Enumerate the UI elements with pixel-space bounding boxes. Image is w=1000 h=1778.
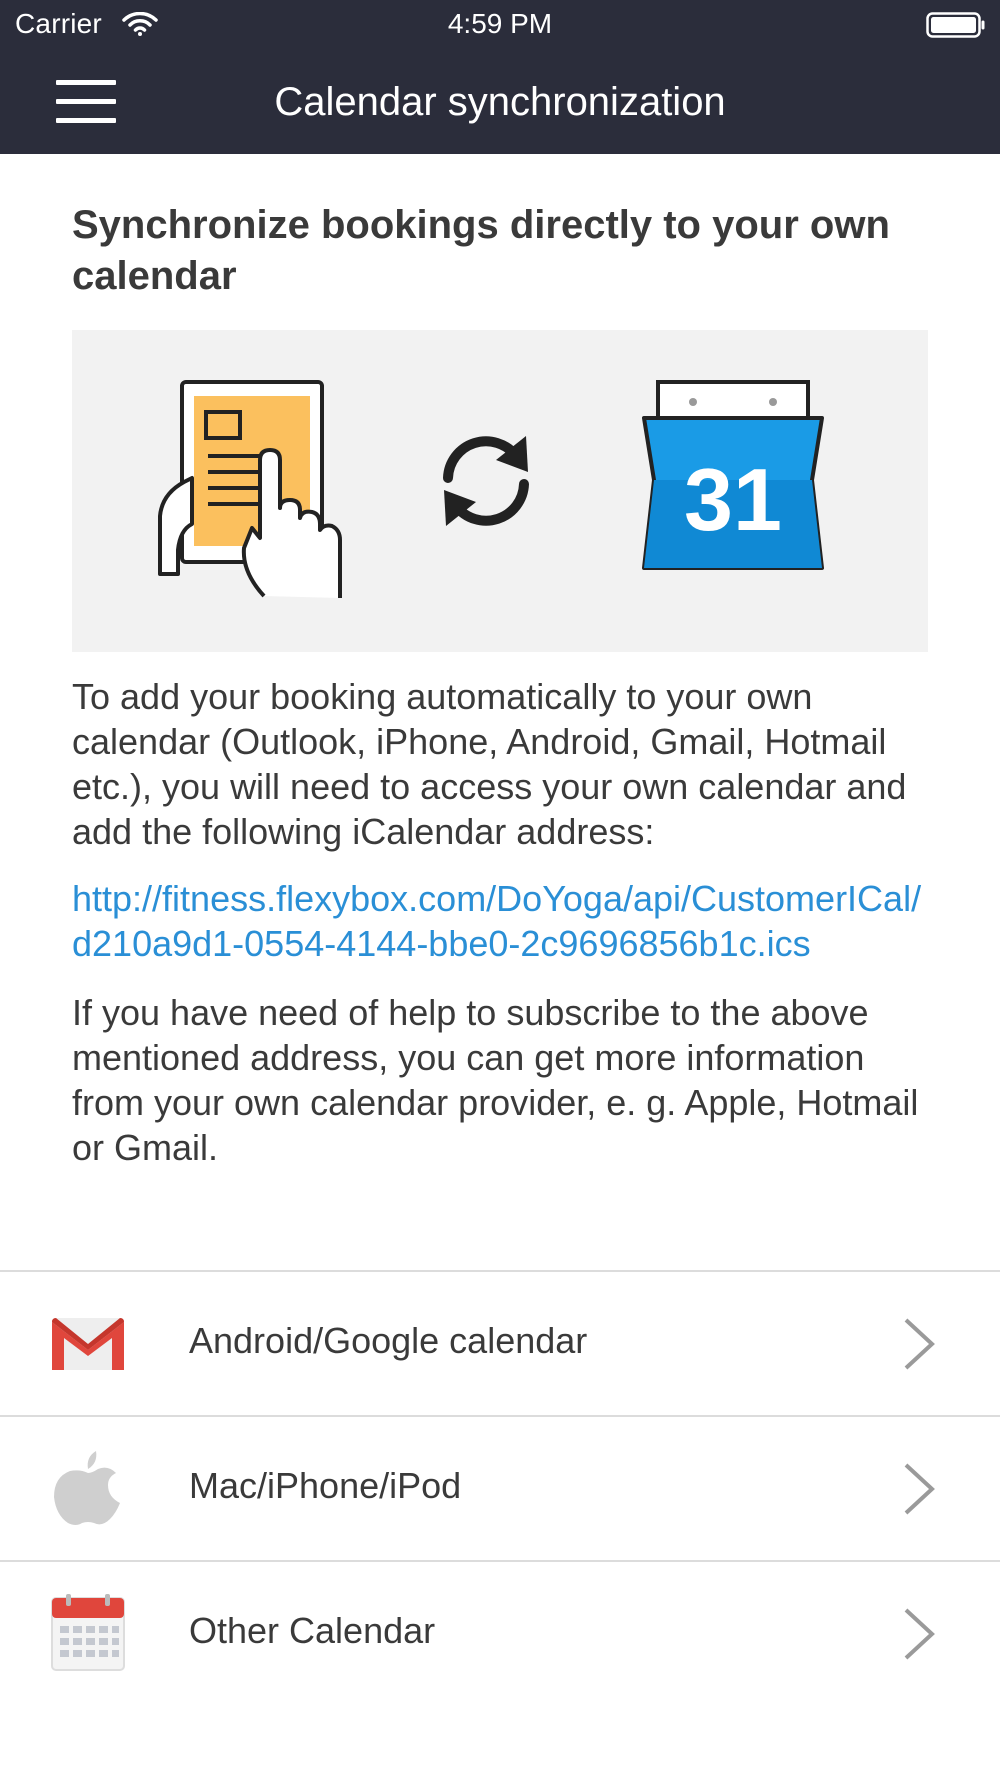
top-bar: Carrier 4:59 PM Calendar synchronization — [0, 0, 1000, 154]
calendar-option-label: Other Calendar — [189, 1610, 436, 1651]
calendar-option-label: Mac/iPhone/iPod — [189, 1465, 462, 1506]
chevron-right-icon — [904, 1318, 935, 1370]
apple-icon — [54, 1451, 120, 1525]
calendar-option-apple[interactable]: Mac/iPhone/iPod — [0, 1417, 1000, 1562]
gmail-icon — [52, 1318, 124, 1370]
calendar-option-google[interactable]: Android/Google calendar — [0, 1272, 1000, 1417]
sync-illustration: 31 — [72, 330, 928, 652]
chevron-right-icon — [904, 1463, 935, 1515]
sync-icon — [443, 436, 529, 526]
calendar-options-list: Android/Google calendar Mac/iPhone/iPod … — [0, 1270, 1000, 1705]
ical-address-link[interactable]: http://fitness.flexybox.com/DoYoga/api/C… — [72, 876, 932, 966]
calendar-option-other[interactable]: Other Calendar — [0, 1562, 1000, 1705]
calendar-day-number: 31 — [684, 450, 782, 549]
status-time: 4:59 PM — [447, 8, 553, 39]
battery-icon — [926, 12, 985, 38]
calendar-icon — [51, 1594, 125, 1671]
calendar-option-label: Android/Google calendar — [189, 1320, 588, 1361]
calendar-31-icon: 31 — [642, 380, 824, 570]
section-heading: Synchronize bookings directly to your ow… — [72, 203, 890, 298]
page-title: Calendar synchronization — [274, 80, 726, 124]
help-text: If you have need of help to subscribe to… — [72, 992, 919, 1168]
tablet-touch-icon — [158, 380, 342, 598]
intro-text: To add your booking automatically to you… — [72, 676, 907, 852]
chevron-right-icon — [904, 1608, 935, 1660]
main-content: Synchronize bookings directly to your ow… — [72, 200, 932, 1170]
